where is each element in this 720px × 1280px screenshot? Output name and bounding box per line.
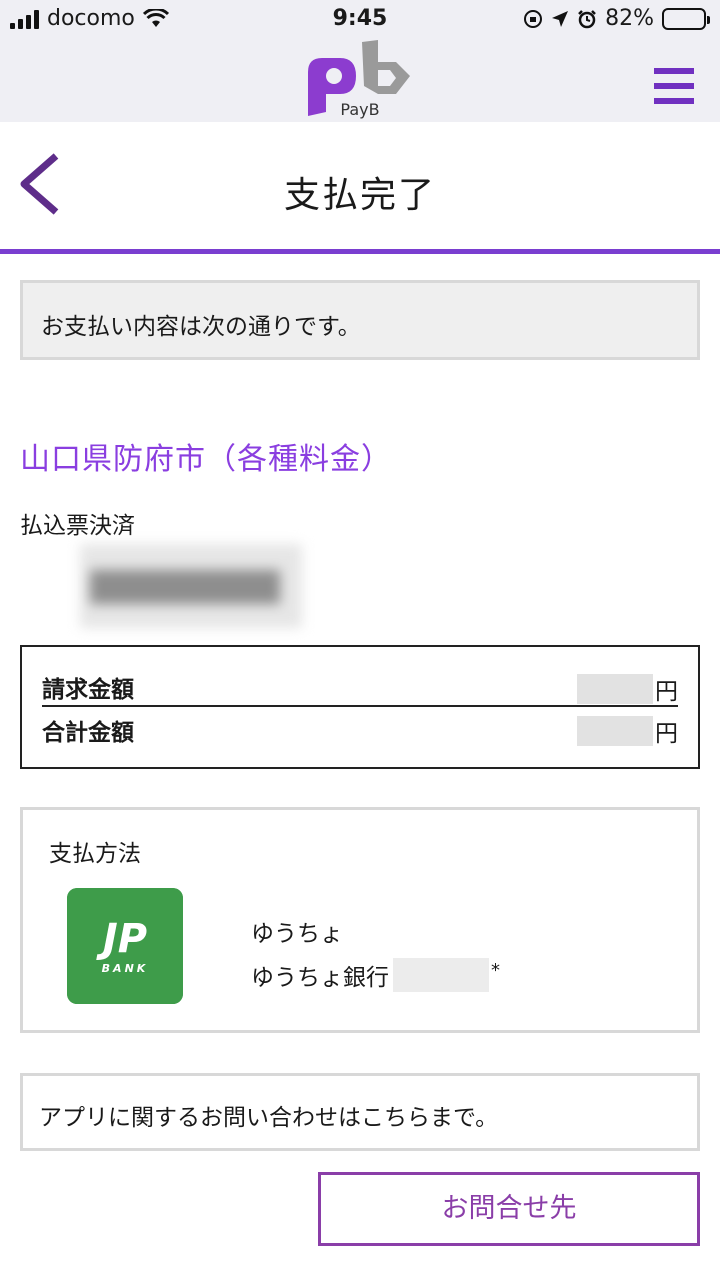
contact-note-text: アプリに関するお問い合わせはこちらまで。 [39, 1105, 499, 1131]
total-amount-label: 合計金額 [42, 720, 134, 746]
merchant-name: 山口県防府市（各種料金） [20, 442, 392, 477]
contact-note: アプリに関するお問い合わせはこちらまで。 [20, 1073, 700, 1151]
redacted-account [393, 958, 489, 992]
battery-percent: 82% [605, 6, 654, 31]
jp-bank-logo-icon: JP BANK [67, 888, 183, 1004]
notice-box: お支払い内容は次の通りです。 [20, 280, 700, 360]
currency-unit: 円 [655, 679, 678, 705]
location-icon [552, 10, 569, 27]
title-bar: 支払完了 [0, 122, 720, 254]
billing-amount-row: 請求金額 円 [42, 669, 678, 707]
billing-amount-value: 円 [577, 672, 678, 706]
total-amount-value: 円 [577, 714, 678, 748]
contact-button[interactable]: お問合せ先 [318, 1172, 700, 1246]
currency-unit: 円 [655, 721, 678, 747]
notice-text: お支払い内容は次の通りです。 [41, 314, 361, 340]
redacted-amount [577, 674, 653, 704]
bank-account-label: ゆうちょ銀行 [251, 965, 389, 991]
redacted-amount [577, 716, 653, 746]
app-header: PayB [0, 40, 720, 122]
jp-logo-subtext: BANK [102, 962, 149, 975]
total-amount-row: 合計金額 円 [42, 711, 678, 749]
redacted-text [80, 544, 302, 628]
status-right: 82% [523, 6, 710, 31]
bank-name: ゆうちょ [251, 921, 343, 947]
alarm-icon [578, 9, 596, 28]
payment-method-title: 支払方法 [49, 841, 141, 867]
billing-amount-label: 請求金額 [42, 677, 134, 703]
logo-text: PayB [340, 100, 380, 119]
hamburger-menu-icon[interactable] [654, 68, 694, 104]
payment-type: 払込票決済 [20, 513, 135, 539]
rotation-lock-icon [524, 9, 543, 28]
jp-logo-letters: JP [96, 916, 147, 962]
status-bar: docomo 9:45 82% [0, 0, 720, 40]
page-title: 支払完了 [283, 175, 436, 216]
battery-icon [662, 7, 710, 30]
asterisk-mark: * [491, 959, 500, 981]
payment-complete-screen: docomo 9:45 82% PayB 支払完了 お支払い内容は次の通りです。… [0, 0, 720, 1280]
payment-method-box: 支払方法 JP BANK ゆうちょ ゆうちょ銀行 * [20, 807, 700, 1033]
amount-summary: 請求金額 円 合計金額 円 [20, 645, 700, 769]
bank-account-line: ゆうちょ銀行 * [251, 958, 500, 992]
